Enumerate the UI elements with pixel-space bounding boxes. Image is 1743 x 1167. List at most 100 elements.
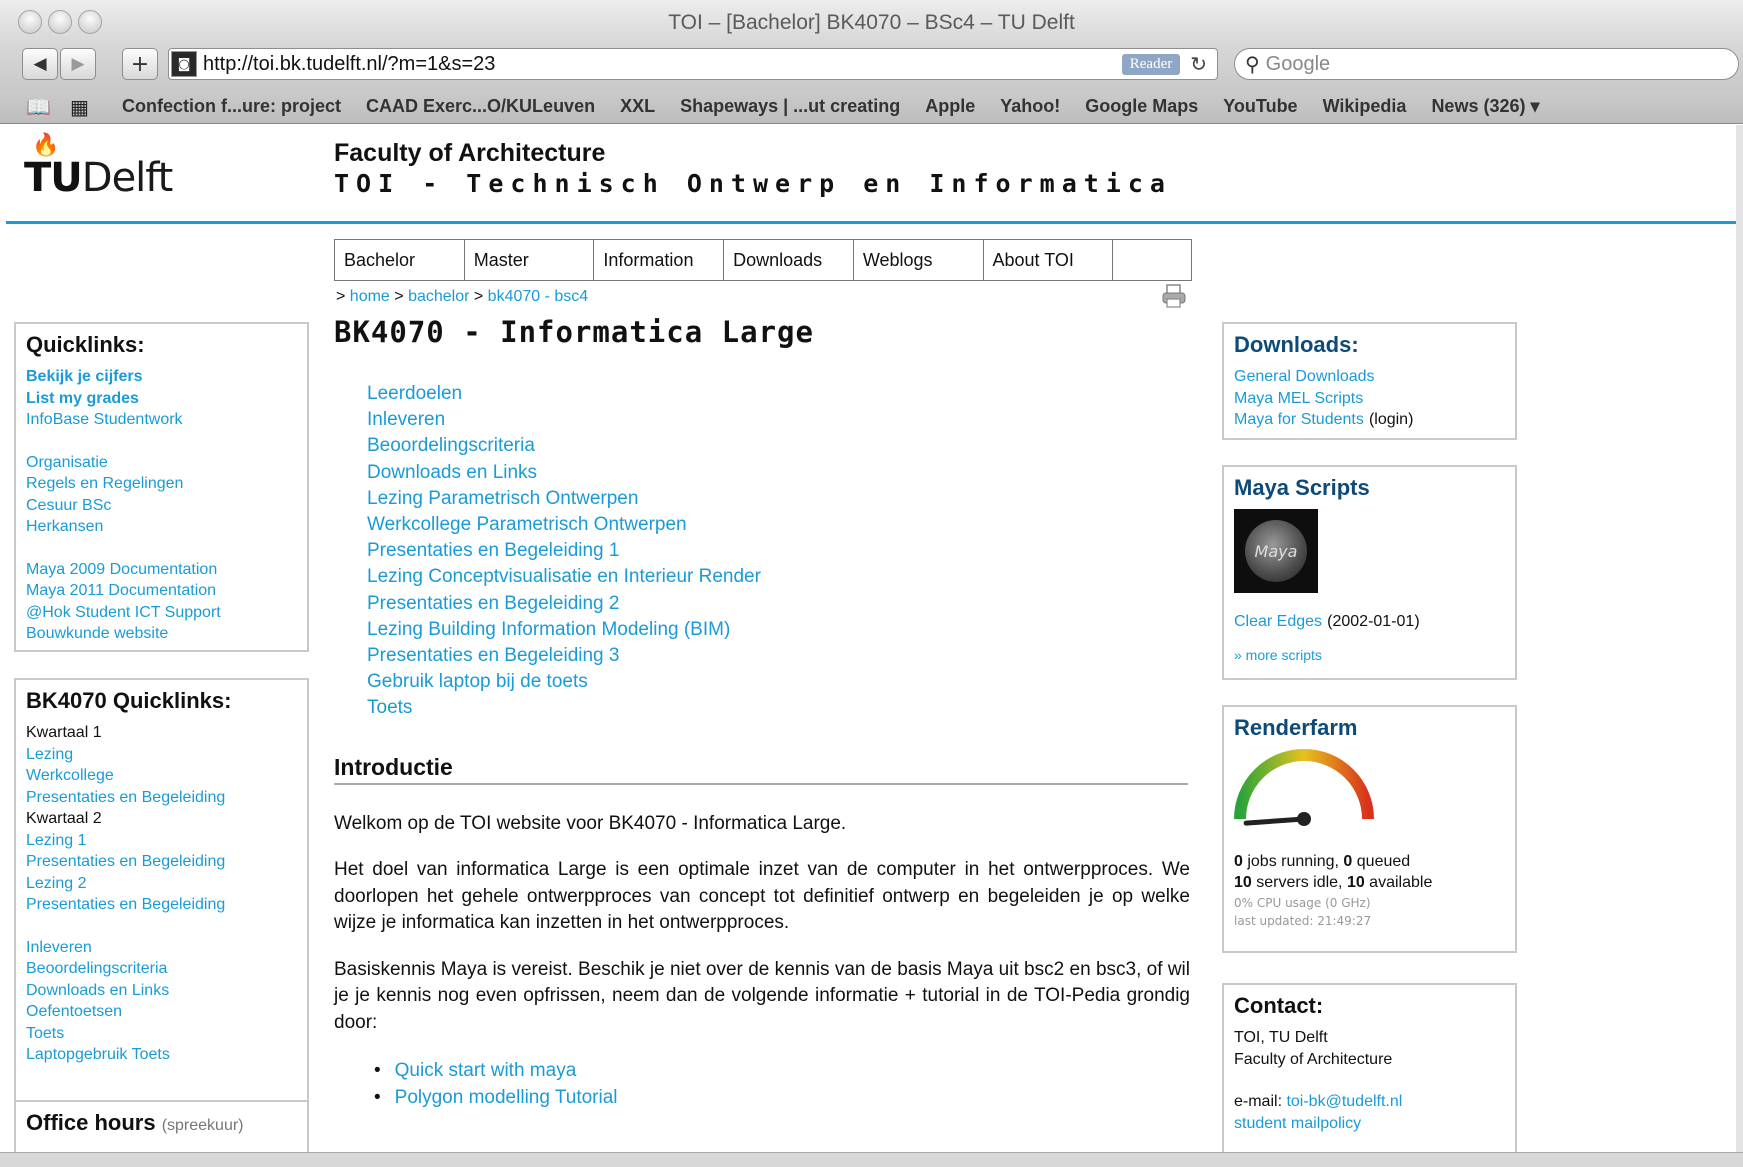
bookmark-item[interactable]: Apple	[925, 96, 975, 117]
back-arrow-icon: ◀	[33, 54, 47, 74]
toc-link[interactable]: Downloads en Links	[367, 460, 1190, 486]
mailpolicy-link[interactable]: student mailpolicy	[1234, 1113, 1505, 1135]
quicklink-item[interactable]: Cesuur BSc	[26, 495, 297, 517]
script-link[interactable]: Clear Edges	[1234, 613, 1322, 630]
breadcrumb-home[interactable]: home	[350, 288, 390, 305]
office-hours-heading: Office hours	[26, 1110, 156, 1135]
window-title: TOI – [Bachelor] BK4070 – BSc4 – TU Delf…	[668, 11, 1075, 34]
reader-button[interactable]: Reader	[1121, 53, 1181, 75]
email-link[interactable]: toi-bk@tudelft.nl	[1286, 1093, 1402, 1110]
quicklink-item[interactable]: Maya 2011 Documentation	[26, 580, 297, 602]
more-scripts-link[interactable]: » more scripts	[1234, 645, 1505, 667]
tudelft-logo[interactable]: 🔥 TUDelft	[24, 133, 174, 201]
toc-link[interactable]: Beoordelingscriteria	[367, 433, 1190, 459]
intro-paragraph: Basiskennis Maya is vereist. Beschik je …	[334, 958, 1190, 1033]
breadcrumb-bachelor[interactable]: bachelor	[408, 288, 469, 305]
bk-quicklink-item[interactable]: Werkcollege	[26, 765, 297, 787]
bk-quicklink-item[interactable]: Beoordelingscriteria	[26, 958, 297, 980]
queued-label: queued	[1352, 853, 1411, 870]
bk-quicklink-item[interactable]: Oefentoetsen	[26, 1001, 297, 1023]
quicklink-item[interactable]: Bouwkunde website	[26, 623, 297, 645]
forward-arrow-icon: ▶	[71, 54, 85, 74]
tab-bachelor[interactable]: Bachelor	[335, 240, 465, 280]
bk-quicklink-item[interactable]: Lezing 2	[26, 873, 297, 895]
gauge-hub	[1297, 812, 1311, 826]
bk-quicklink-item[interactable]: Downloads en Links	[26, 980, 297, 1002]
bookmark-item[interactable]: Shapeways | ...ut creating	[680, 96, 900, 117]
print-icon[interactable]	[1160, 283, 1188, 309]
bookmark-folder-news[interactable]: News (326) ▾	[1431, 96, 1539, 117]
url-text[interactable]: http://toi.bk.tudelft.nl/?m=1&s=23	[203, 53, 1122, 76]
toc-link[interactable]: Lezing Conceptvisualisatie en Interieur …	[367, 564, 1190, 590]
available-count: 10	[1346, 874, 1365, 891]
bk-quicklink-item[interactable]: Presentaties en Begeleiding	[26, 787, 297, 809]
quicklink-item[interactable]: Herkansen	[26, 516, 297, 538]
search-placeholder: Google	[1265, 52, 1331, 75]
download-link[interactable]: General Downloads	[1234, 366, 1505, 388]
scrollbar[interactable]	[1736, 125, 1743, 1167]
maya-students-row: Maya for Students (login)	[1234, 409, 1505, 431]
toc-link[interactable]: Presentaties en Begeleiding 2	[367, 591, 1190, 617]
add-bookmark-button[interactable]: +	[122, 48, 158, 80]
bk-quicklink-item[interactable]: Presentaties en Begeleiding	[26, 894, 297, 916]
quicklink-item[interactable]: Organisatie	[26, 452, 297, 474]
tab-weblogs[interactable]: Weblogs	[854, 240, 984, 280]
bookmark-item[interactable]: CAAD Exerc...O/KULeuven	[366, 96, 595, 117]
bk-quicklink-item[interactable]: Lezing 1	[26, 830, 297, 852]
bk-quicklink-item[interactable]: Toets	[26, 1023, 297, 1045]
bookmark-item[interactable]: YouTube	[1223, 96, 1297, 117]
quicklink-item[interactable]: Regels en Regelingen	[26, 473, 297, 495]
reading-list-icon[interactable]: 📖	[26, 95, 56, 119]
list-item: Quick start with maya	[374, 1058, 1190, 1085]
bookmark-item[interactable]: Confection f...ure: project	[122, 96, 341, 117]
reload-icon[interactable]: ↻	[1190, 52, 1207, 76]
breadcrumb-current[interactable]: bk4070 - bsc4	[488, 288, 589, 305]
bookmark-item[interactable]: Wikipedia	[1323, 96, 1407, 117]
quicklink-item[interactable]: Maya 2009 Documentation	[26, 559, 297, 581]
contact-line: TOI, TU Delft	[1234, 1029, 1328, 1046]
bk-quicklink-item[interactable]: Presentaties en Begeleiding	[26, 851, 297, 873]
top-sites-grid-icon[interactable]: ▦	[70, 95, 100, 119]
bk-quicklink-item[interactable]: Lezing	[26, 744, 297, 766]
tutorial-link[interactable]: Polygon modelling Tutorial	[395, 1087, 618, 1108]
quicklink-item[interactable]: InfoBase Studentwork	[26, 409, 297, 431]
maya-scripts-box: Maya Scripts Maya Clear Edges (2002-01-0…	[1222, 465, 1517, 680]
logo-delft: Delft	[81, 155, 174, 201]
bk4070-quicklinks-box: BK4070 Quicklinks: Kwartaal 1 Lezing Wer…	[14, 678, 309, 1152]
tab-master[interactable]: Master	[465, 240, 595, 280]
quicklink-item[interactable]: List my grades	[26, 388, 297, 410]
bk-quicklink-item[interactable]: Inleveren	[26, 937, 297, 959]
toc-link[interactable]: Lezing Parametrisch Ontwerpen	[367, 486, 1190, 512]
toc-link[interactable]: Gebruik laptop bij de toets	[367, 669, 1190, 695]
maya-script-thumbnail[interactable]: Maya	[1234, 509, 1318, 593]
address-bar[interactable]: ◙ http://toi.bk.tudelft.nl/?m=1&s=23 Rea…	[168, 48, 1218, 80]
quicklink-item[interactable]: @Hok Student ICT Support	[26, 602, 297, 624]
toc-link[interactable]: Werkcollege Parametrisch Ontwerpen	[367, 512, 1190, 538]
toc-link[interactable]: Lezing Building Information Modeling (BI…	[367, 617, 1190, 643]
bookmark-item[interactable]: XXL	[620, 96, 655, 117]
download-link[interactable]: Maya MEL Scripts	[1234, 388, 1505, 410]
tab-downloads[interactable]: Downloads	[724, 240, 854, 280]
forward-button[interactable]: ▶	[60, 48, 96, 80]
tab-about-toi[interactable]: About TOI	[984, 240, 1114, 280]
downloads-title: Downloads:	[1234, 332, 1359, 357]
bk-quicklink-item[interactable]: Laptopgebruik Toets	[26, 1044, 297, 1066]
download-link[interactable]: Maya for Students	[1234, 411, 1364, 428]
bookmark-item[interactable]: Google Maps	[1085, 96, 1198, 117]
back-button[interactable]: ◀	[22, 48, 58, 80]
toc-link[interactable]: Presentaties en Begeleiding 3	[367, 643, 1190, 669]
toc-link[interactable]: Leerdoelen	[367, 381, 1190, 407]
page-title: BK4070 - Informatica Large	[334, 315, 814, 349]
toc-link[interactable]: Inleveren	[367, 407, 1190, 433]
tab-information[interactable]: Information	[594, 240, 725, 280]
bk4070-quicklinks-title: BK4070 Quicklinks:	[26, 688, 232, 713]
toc-link[interactable]: Toets	[367, 695, 1190, 721]
office-hours-title: Office hours (spreekuur)	[26, 1110, 297, 1136]
tutorial-link[interactable]: Quick start with maya	[395, 1060, 577, 1081]
toc-link[interactable]: Presentaties en Begeleiding 1	[367, 538, 1190, 564]
search-input[interactable]: ⚲ Google	[1234, 48, 1739, 80]
email-row: e-mail: toi-bk@tudelft.nl	[1234, 1091, 1505, 1113]
quicklink-item[interactable]: Bekijk je cijfers	[26, 366, 297, 388]
bookmark-item[interactable]: Yahoo!	[1000, 96, 1060, 117]
